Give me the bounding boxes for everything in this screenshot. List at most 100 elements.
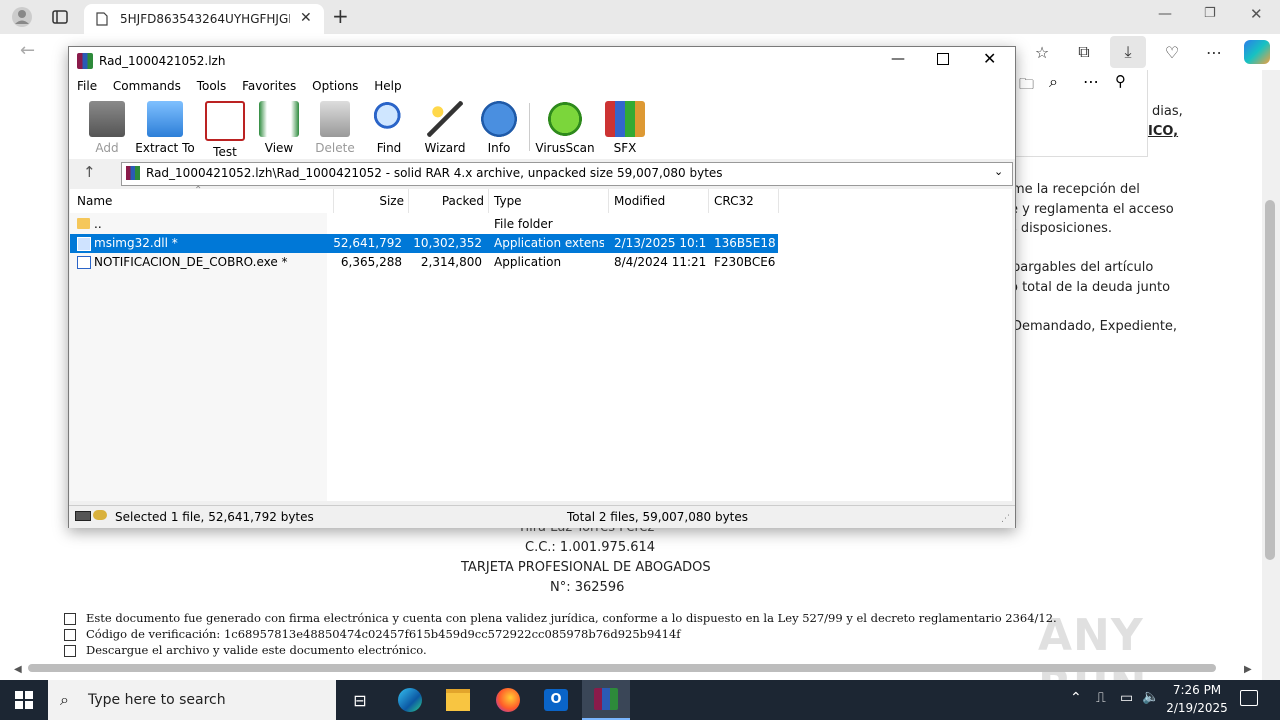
scroll-right-icon[interactable]: ▶ [1244,664,1252,675]
row-type: File folder [494,217,553,231]
browser-tab[interactable]: 5HJFD863543264UYHGFHJGDF8€ ✕ [84,4,324,34]
menu-file[interactable]: File [77,75,97,93]
pdf-text: bargables del artículo [1012,260,1154,275]
copilot-icon[interactable] [1244,40,1270,64]
vertical-scrollbar[interactable] [1262,70,1280,680]
file-list: Name ⌃ Size Packed Type Modified CRC32 .… [70,185,1012,501]
collections-icon[interactable]: ⧉ [1070,38,1098,66]
row-name: NOTIFICACION_DE_COBRO.exe * [94,255,288,269]
wifi-icon[interactable]: ▭ [1120,690,1133,706]
column-crc32[interactable]: CRC32 [708,189,779,213]
performance-icon[interactable]: ♡ [1158,38,1186,66]
signature-cc: C.C.: 1.001.975.614 [525,540,656,555]
delete-button[interactable]: Delete [305,101,365,155]
scrollbar-thumb[interactable] [1265,200,1275,560]
close-icon[interactable]: ✕ [300,10,312,26]
minimize-icon[interactable]: — [891,51,905,67]
profile-icon[interactable] [8,3,36,31]
maximize-icon[interactable] [937,53,949,65]
wizard-button[interactable]: Wizard [415,101,475,155]
folder-icon[interactable]: 🗀 [1019,74,1034,99]
menu-tools[interactable]: Tools [197,75,227,93]
path-bar: ↑ Rad_1000421052.lzh\Rad_1000421052 - so… [69,159,1015,187]
row-name: msimg32.dll * [94,236,178,250]
file-explorer-icon[interactable] [434,680,482,720]
start-button[interactable] [0,680,48,720]
column-packed[interactable]: Packed [408,189,489,213]
resize-grip-icon[interactable]: ⋰ [1001,514,1010,524]
chevron-down-icon[interactable]: ⌄ [994,165,1003,178]
more-icon[interactable]: ⋯ [1083,72,1099,91]
signature-card: TARJETA PROFESIONAL DE ABOGADOS [461,560,711,575]
pin-icon[interactable]: ⚲ [1115,72,1126,90]
test-icon [205,101,245,141]
test-button[interactable]: Test [195,101,255,159]
add-button[interactable]: Add [77,101,137,155]
drive-icon [75,511,91,521]
key-icon [93,510,107,520]
status-total: Total 2 files, 59,007,080 bytes [567,510,749,524]
browser-minimize-icon[interactable]: — [1158,6,1172,22]
horizontal-scrollbar[interactable] [28,664,1216,672]
row-crc: F230BCE6 [714,255,776,269]
outlook-icon[interactable]: O [532,680,580,720]
new-tab-icon[interactable]: + [332,4,349,28]
virusscan-button[interactable]: VirusScan [535,101,595,155]
delete-icon [320,101,350,137]
more-icon[interactable]: ⋯ [1200,38,1228,66]
up-folder-icon[interactable]: ↑ [83,163,96,181]
column-modified[interactable]: Modified [608,189,709,213]
row-packed: 2,314,800 [420,255,482,269]
footer-line: Este documento fue generado con firma el… [86,611,1057,625]
column-type[interactable]: Type [488,189,609,213]
search-icon[interactable]: ⌕ [1049,72,1058,92]
menu-options[interactable]: Options [312,75,358,93]
menu-favorites[interactable]: Favorites [242,75,296,93]
column-header-row: Name ⌃ Size Packed Type Modified CRC32 [70,185,1012,213]
winrar-taskbar-icon[interactable] [582,680,630,720]
network-icon[interactable]: ⎍ [1096,690,1106,706]
clock-time[interactable]: 7:26 PM [1168,683,1226,697]
info-button[interactable]: Info [469,101,529,155]
info-icon [481,101,517,137]
winrar-window: Rad_1000421052.lzh — ✕ File Commands Too… [68,46,1016,528]
add-icon [89,101,125,137]
dll-file-icon [77,237,91,251]
favorites-icon[interactable]: ☆ [1028,38,1056,66]
back-icon[interactable]: ← [20,40,35,61]
browser-close-icon[interactable]: ✕ [1250,5,1263,23]
chevron-up-icon[interactable]: ⌃ [1070,690,1082,706]
pdf-text: Demandado, Expediente, [1012,319,1178,334]
scroll-left-icon[interactable]: ◀ [14,664,22,675]
path-field[interactable]: Rad_1000421052.lzh\Rad_1000421052 - soli… [121,162,1013,186]
menu-commands[interactable]: Commands [113,75,181,93]
table-row[interactable]: .. File folder [70,215,778,234]
table-row[interactable]: NOTIFICACION_DE_COBRO.exe * 6,365,288 2,… [70,253,778,272]
close-icon[interactable]: ✕ [983,49,996,68]
clock-date[interactable]: 2/19/2025 [1166,701,1228,715]
sfx-icon [605,101,645,137]
find-button[interactable]: Find [359,101,419,155]
column-size[interactable]: Size [328,189,409,213]
task-view-icon[interactable]: ⊟ [336,680,384,720]
table-row[interactable]: msimg32.dll * 52,641,792 10,302,352 Appl… [70,234,778,253]
taskbar-search[interactable]: ⌕ Type here to search [48,680,336,720]
firefox-icon[interactable] [484,680,532,720]
browser-restore-icon[interactable]: ❐ [1204,6,1216,21]
volume-icon[interactable]: 🔈 [1142,689,1159,705]
row-type: Application [494,255,562,269]
menu-help[interactable]: Help [374,75,401,93]
signature-number: N°: 362596 [550,580,625,595]
find-label: Find [376,141,402,155]
view-button[interactable]: View [249,101,309,155]
checkbox-glyph [64,629,76,641]
delete-label: Delete [315,141,355,155]
tabs-icon[interactable] [46,3,74,31]
wizard-icon [427,101,463,137]
notification-icon[interactable] [1240,690,1258,706]
footer-line: Descargue el archivo y valide este docum… [86,643,427,657]
edge-icon[interactable] [386,680,434,720]
sfx-button[interactable]: SFX [595,101,655,155]
download-icon[interactable]: ⤓ [1110,36,1146,68]
extract-to-button[interactable]: Extract To [135,101,195,155]
